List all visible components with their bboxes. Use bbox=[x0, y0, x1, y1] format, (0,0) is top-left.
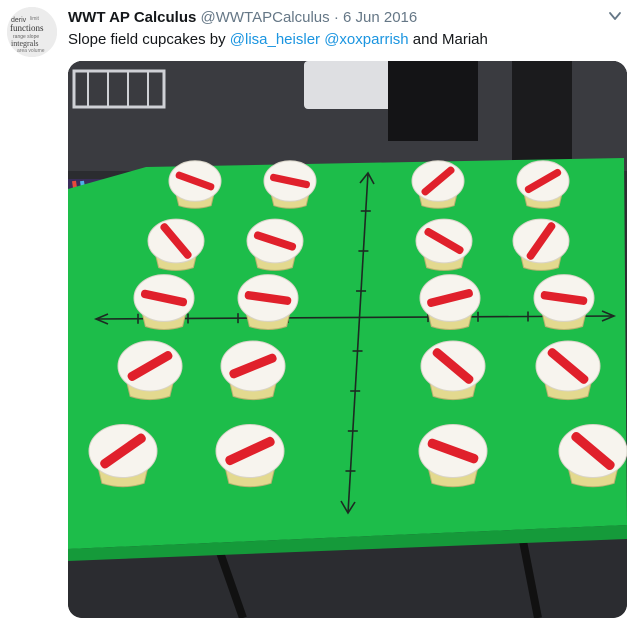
word-cloud-avatar-icon: deriv limit functions range slope integr… bbox=[7, 7, 57, 57]
svg-text:area volume: area volume bbox=[17, 48, 45, 54]
svg-text:functions: functions bbox=[10, 23, 44, 33]
slope-field-cupcakes-photo bbox=[68, 61, 627, 618]
tweet-header: WWT AP Calculus @WWTAPCalculus · 6 Jun 2… bbox=[68, 8, 596, 28]
tweet-text-end: and Mariah bbox=[408, 31, 488, 48]
tweet-date[interactable]: 6 Jun 2016 bbox=[343, 9, 417, 26]
tweet-text: Slope field cupcakes by @lisa_heisler @x… bbox=[68, 30, 488, 50]
person-legs bbox=[388, 61, 478, 141]
svg-text:limit: limit bbox=[30, 16, 39, 22]
tweet-photo[interactable] bbox=[68, 61, 627, 618]
author-name[interactable]: WWT AP Calculus bbox=[68, 9, 196, 26]
tweet-text-start: Slope field cupcakes by bbox=[68, 31, 230, 48]
person-legs-right bbox=[512, 61, 572, 161]
svg-text:integrals: integrals bbox=[11, 39, 39, 48]
author-avatar[interactable]: deriv limit functions range slope integr… bbox=[7, 7, 57, 57]
mention-xoxparrish[interactable]: @xoxparrish bbox=[324, 31, 408, 48]
tweet-menu-button[interactable] bbox=[608, 9, 622, 23]
author-handle[interactable]: @WWTAPCalculus bbox=[201, 9, 330, 26]
separator-dot: · bbox=[333, 9, 339, 26]
mention-lisa-heisler[interactable]: @lisa_heisler bbox=[230, 31, 320, 48]
chevron-down-icon bbox=[609, 12, 621, 20]
